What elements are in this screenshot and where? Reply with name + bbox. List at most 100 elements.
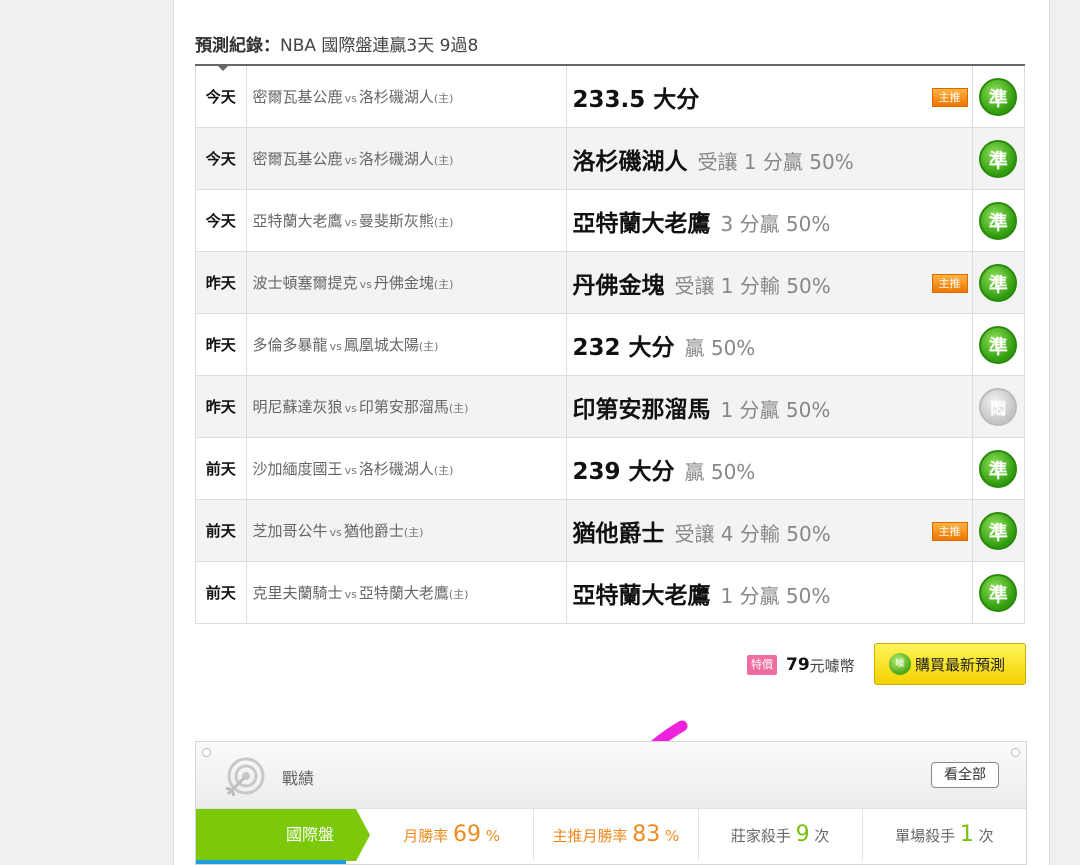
stats-row: 國際盤 月勝率 69 % 主推月勝率 83 % 莊家殺手 9 次 單場殺手 1 … [196,809,1026,861]
record-panel-header: 戰績 看全部 [196,742,1026,809]
host-mark: (主) [433,464,454,477]
result-cell: 悶 [971,375,1026,438]
stat-unit: % [485,827,501,845]
result-cell: 準 [971,127,1026,190]
host-mark: (主) [448,402,469,415]
prediction-row: 前天 芝加哥公牛 vs 猶他爵士(主) 猶他爵士 受讓 4 分輸 50% 主推準 [195,499,1026,562]
result-cell: 準 [971,189,1026,252]
stat-monthly-win-rate: 月勝率 69 % [356,809,533,861]
prediction-row: 前天 克里夫蘭騎士 vs 亞特蘭大老鷹(主) 亞特蘭大老鷹 1 分贏 50% 準 [195,561,1026,624]
result-cell: 準 [971,437,1026,500]
matchup-cell[interactable]: 克里夫蘭騎士 vs 亞特蘭大老鷹(主) [245,561,568,624]
pick-cell: 239 大分贏 50% [566,437,973,500]
home-team: 亞特蘭大老鷹 [358,584,449,602]
pick-main: 印第安那溜馬 [572,396,711,423]
away-team: 多倫多暴龍 [252,336,328,354]
pick-main: 洛杉磯湖人 [572,148,688,175]
result-cell: 準 [971,251,1026,314]
vs-label: vs [344,402,357,415]
matchup-cell[interactable]: 密爾瓦基公鹿 vs 洛杉磯湖人(主) [245,64,568,128]
buy-latest-prediction-button[interactable]: 噱 購買最新預測 [874,643,1026,685]
away-team: 亞特蘭大老鷹 [252,212,343,230]
away-team: 克里夫蘭騎士 [252,584,343,602]
correct-icon: 準 [979,201,1018,240]
result-cell: 準 [971,64,1026,128]
prediction-row: 今天 密爾瓦基公鹿 vs 洛杉磯湖人(主) 233.5 大分 主推準 [195,64,1026,128]
pick-detail: 贏 50% [684,335,756,360]
matchup-cell[interactable]: 明尼蘇達灰狼 vs 印第安那溜馬(主) [245,375,568,438]
pick-detail: 3 分贏 50% [720,211,831,236]
day-cell: 今天 [195,127,247,190]
matchup-cell[interactable]: 密爾瓦基公鹿 vs 洛杉磯湖人(主) [245,127,568,190]
stat-single-game-killer: 單場殺手 1 次 [861,809,1026,861]
stat-value: 1 [959,822,974,847]
pick-detail: 受讓 4 分輸 50% [674,521,831,546]
stat-value: 9 [795,822,810,847]
host-mark: (主) [403,526,424,539]
prediction-row: 昨天 波士頓塞爾提克 vs 丹佛金塊(主) 丹佛金塊 受讓 1 分輸 50% 主推準 [195,251,1026,314]
vs-label: vs [344,154,357,167]
away-team: 波士頓塞爾提克 [252,274,358,292]
result-cell: 準 [971,561,1026,624]
record-panel: 戰績 看全部 國際盤 月勝率 69 % 主推月勝率 83 % 莊家殺手 9 次 … [195,741,1027,865]
matchup-cell[interactable]: 多倫多暴龍 vs 鳳凰城太陽(主) [245,313,568,376]
featured-badge: 主推 [931,521,968,541]
matchup-cell[interactable]: 沙加緬度國王 vs 洛杉磯湖人(主) [245,437,568,500]
prediction-table: 今天 密爾瓦基公鹿 vs 洛杉磯湖人(主) 233.5 大分 主推準今天 密爾瓦基公鹿 vs 洛… [195,64,1026,624]
pick-main: 亞特蘭大老鷹 [572,210,711,237]
vs-label: vs [344,588,357,601]
matchup-cell[interactable]: 芝加哥公牛 vs 猶他爵士(主) [245,499,568,562]
correct-icon: 準 [979,139,1018,178]
home-team: 洛杉磯湖人 [358,88,434,106]
host-mark: (主) [418,340,439,353]
prediction-row: 今天 亞特蘭大老鷹 vs 曼斐斯灰熊(主) 亞特蘭大老鷹 3 分贏 50% 準 [195,189,1026,252]
correct-icon: 準 [979,449,1018,488]
pick-main: 亞特蘭大老鷹 [572,582,711,609]
pick-main: 丹佛金塊 [572,272,665,299]
prediction-record-title: 預測紀錄：NBA 國際盤連贏3天 9過8 [195,31,478,56]
home-team: 洛杉磯湖人 [358,150,434,168]
day-cell: 前天 [195,499,247,562]
away-team: 密爾瓦基公鹿 [252,88,343,106]
target-icon [225,757,265,797]
stat-featured-monthly-win-rate: 主推月勝率 83 % [533,809,697,861]
home-team: 鳳凰城太陽 [343,336,419,354]
pick-cell: 猶他爵士 受讓 4 分輸 50% 主推 [566,499,973,562]
stat-unit: 次 [978,827,994,845]
home-team: 印第安那溜馬 [358,398,449,416]
pick-main: 233.5 大分 [572,86,700,113]
stat-label: 主推月勝率 [552,827,628,845]
day-cell: 今天 [195,189,247,252]
next-tab[interactable] [196,860,346,864]
day-cell: 昨天 [195,251,247,314]
pin-icon [202,748,211,757]
home-team: 猶他爵士 [343,522,404,540]
pick-detail: 受讓 1 分輸 50% [674,273,831,298]
host-mark: (主) [433,92,454,105]
result-cell: 準 [971,499,1026,562]
day-cell: 昨天 [195,313,247,376]
day-cell: 前天 [195,561,247,624]
correct-icon: 準 [979,263,1018,302]
pick-cell: 232 大分贏 50% [566,313,973,376]
pick-cell: 亞特蘭大老鷹 3 分贏 50% [566,189,973,252]
result-cell: 準 [971,313,1026,376]
vs-label: vs [329,340,342,353]
home-team: 丹佛金塊 [373,274,434,292]
pick-main: 239 大分 [572,458,675,485]
see-all-button[interactable]: 看全部 [931,762,999,788]
correct-icon: 準 [979,511,1018,550]
day-cell: 今天 [195,64,247,128]
buy-button-label: 購買最新預測 [915,655,1006,674]
matchup-cell[interactable]: 波士頓塞爾提克 vs 丹佛金塊(主) [245,251,568,314]
correct-icon: 準 [979,573,1018,612]
matchup-cell[interactable]: 亞特蘭大老鷹 vs 曼斐斯灰熊(主) [245,189,568,252]
host-mark: (主) [433,216,454,229]
tab-international[interactable]: 國際盤 [196,809,370,861]
host-mark: (主) [433,278,454,291]
pick-detail: 1 分贏 50% [720,583,831,608]
home-team: 洛杉磯湖人 [358,460,434,478]
pick-detail: 受讓 1 分贏 50% [697,149,854,174]
stat-unit: % [665,827,680,845]
vs-label: vs [344,92,357,105]
